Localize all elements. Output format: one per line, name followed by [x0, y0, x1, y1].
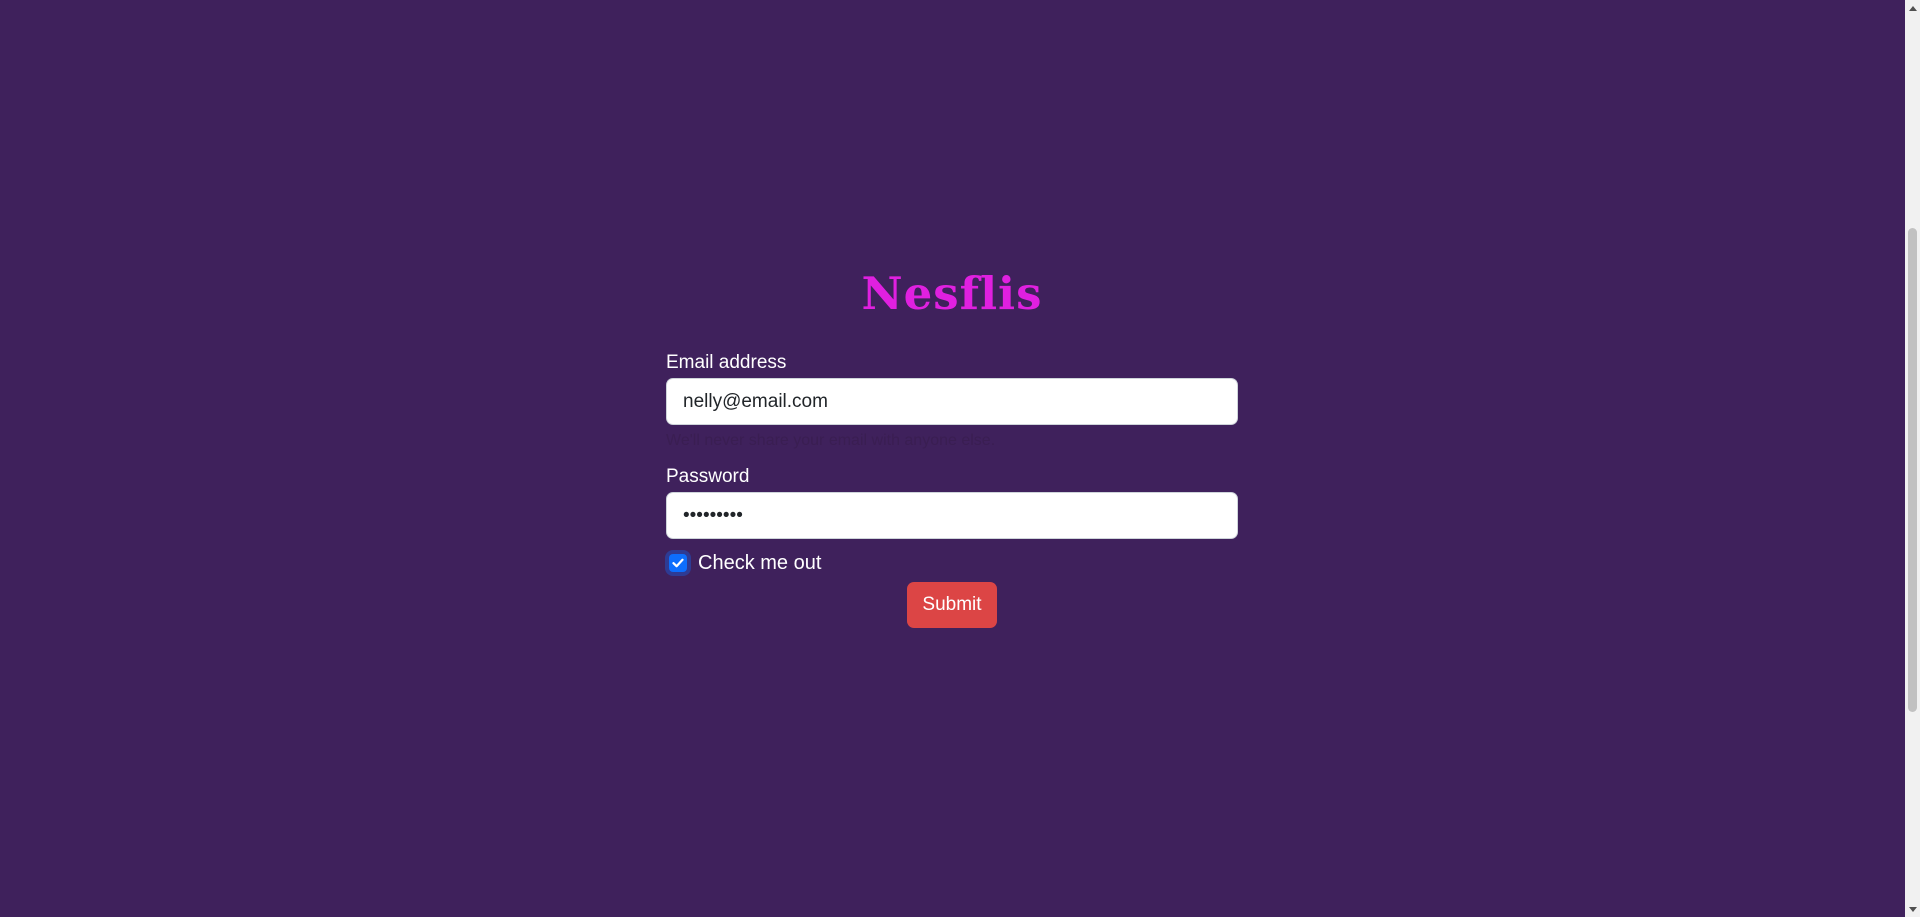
password-label: Password — [666, 466, 750, 487]
checkbox-label: Check me out — [698, 552, 822, 574]
email-help-text: We'll never share your email with anyone… — [666, 432, 996, 449]
brand-title: Nesflis — [861, 267, 1043, 320]
submit-wrap: Submit — [666, 582, 1238, 628]
email-field[interactable] — [666, 378, 1238, 425]
password-group: Password — [666, 464, 1238, 539]
checkbox-row: Check me out — [666, 550, 1238, 576]
vertical-scrollbar[interactable] — [1905, 0, 1920, 917]
scroll-up-arrow-icon[interactable] — [1905, 0, 1920, 16]
submit-button[interactable]: Submit — [907, 582, 997, 628]
email-label: Email address — [666, 352, 787, 373]
check-me-out-checkbox[interactable] — [669, 554, 687, 572]
scroll-down-arrow-icon[interactable] — [1905, 901, 1920, 917]
email-group: Email address We'll never share your ema… — [666, 350, 1238, 452]
login-form: Nesflis Email address We'll never share … — [666, 262, 1238, 628]
check-icon — [672, 558, 684, 568]
scrollbar-thumb[interactable] — [1908, 228, 1917, 712]
page: Nesflis Email address We'll never share … — [0, 0, 1905, 917]
password-field[interactable] — [666, 492, 1238, 539]
